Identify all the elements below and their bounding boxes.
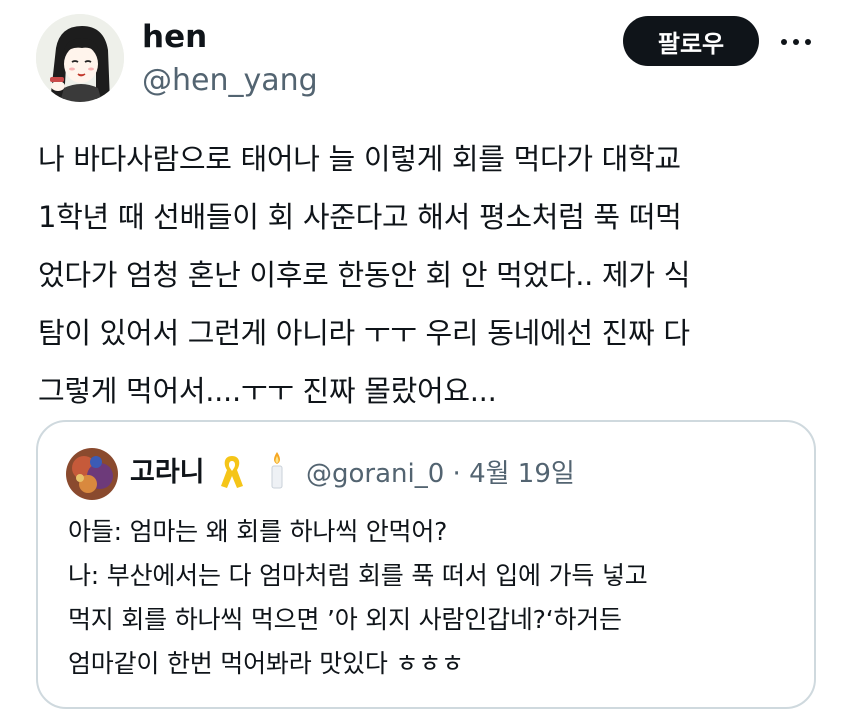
quote-text-line: 엄마같이 한번 먹어봐라 맛있다 ㅎㅎㅎ [68,649,464,678]
tweet-text-line: 었다가 엄청 혼난 이후로 한동안 회 안 먹었다.. 제가 식 [38,258,691,292]
more-horizontal-icon[interactable] [776,26,816,56]
author-display-name[interactable]: hen [142,18,207,56]
follow-button[interactable]: 팔로우 [623,16,759,66]
avatar-image [36,14,124,102]
quote-text-line: 아들: 엄마는 왜 회를 하나씩 안먹어? [68,517,448,546]
avatar[interactable] [36,14,124,102]
tweet-text-line: 나 바다사람으로 태어나 늘 이렇게 회를 먹다가 대학교 [38,142,681,176]
quote-avatar-image [66,448,118,500]
quote-text-line: 먹지 회를 하나씩 먹으면 ’아 외지 사람인갑네?‘하거든 [68,605,622,634]
quoted-tweet-card[interactable]: 고라니 @gorani_0 · 4월 19일 아들: 엄마는 왜 회를 하나씩 … [36,420,816,709]
quote-handle-date[interactable]: @gorani_0 · 4월 19일 [306,456,575,492]
tweet-text: 나 바다사람으로 태어나 늘 이렇게 회를 먹다가 대학교 1학년 때 선배들이… [38,130,838,420]
candle-icon [263,450,291,492]
tweet-text-line: 탐이 있어서 그런게 아니라 ㅜㅜ 우리 동네에선 진짜 다 [38,316,690,350]
tweet-text-line: 그렇게 먹어서....ㅜㅜ 진짜 몰랐어요... [38,374,497,408]
quote-avatar[interactable] [66,448,118,500]
quote-text-line: 나: 부산에서는 다 엄마처럼 회를 푹 떠서 입에 가득 넣고 [68,561,648,590]
yellow-ribbon-icon [218,452,246,492]
author-handle[interactable]: @hen_yang [142,62,318,100]
quote-text: 아들: 엄마는 왜 회를 하나씩 안먹어? 나: 부산에서는 다 엄마처럼 회를… [68,510,808,686]
tweet-text-line: 1학년 때 선배들이 회 사준다고 해서 평소처럼 푹 떠먹 [38,200,682,234]
quote-author-display-name[interactable]: 고라니 [130,455,205,491]
